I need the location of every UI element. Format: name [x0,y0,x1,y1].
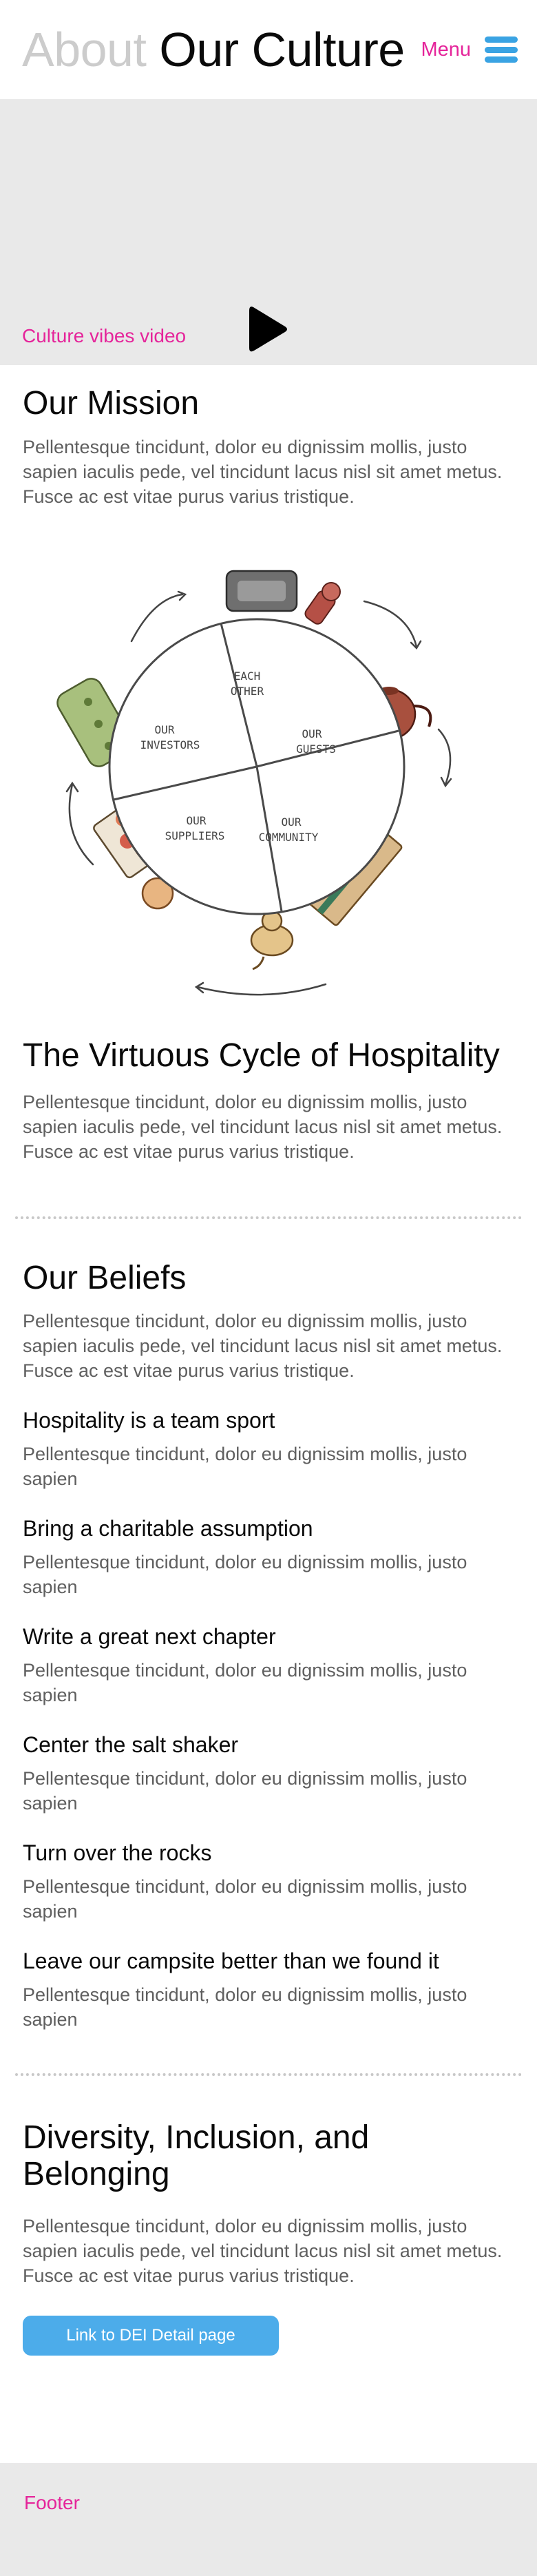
dei-section: Diversity, Inclusion, and Belonging Pell… [0,2076,537,2356]
cycle-arrow [363,600,418,648]
belief-item: Leave our campsite better than we found … [23,1949,514,2032]
belief-body: Pellentesque tincidunt, dolor eu digniss… [23,1876,467,1922]
cycle-body: Pellentesque tincidunt, dolor eu digniss… [23,1091,503,1162]
belief-body: Pellentesque tincidunt, dolor eu digniss… [23,1444,467,1490]
menu-label: Menu [421,38,471,61]
belief-title: Hospitality is a team sport [23,1408,275,1433]
page-title-main: Our Culture [159,23,405,76]
dei-body: Pellentesque tincidunt, dolor eu digniss… [23,2215,503,2286]
cycle-arrow [68,783,94,866]
site-header: About Our Culture Menu [0,0,537,99]
belief-item: Turn over the rocks Pellentesque tincidu… [23,1840,514,1924]
belief-body: Pellentesque tincidunt, dolor eu digniss… [23,1768,467,1814]
wheel-label-investors-1: OUR [155,723,175,736]
cycle-section: The Virtuous Cycle of Hospitality Pellen… [0,1019,537,1164]
cycle-title: The Virtuous Cycle of Hospitality [23,1037,500,1074]
hamburger-icon[interactable] [485,37,518,63]
cycle-arrow [130,593,184,643]
belief-title: Write a great next chapter [23,1624,276,1650]
video-caption: Culture vibes video [22,325,187,346]
belief-item: Bring a charitable assumption Pellentesq… [23,1516,514,1599]
mission-body: Pellentesque tincidunt, dolor eu digniss… [23,436,503,507]
dei-title: Diversity, Inclusion, and Belonging [23,2119,370,2193]
duck-illustration [250,910,294,970]
salt-shaker-illustration [304,581,341,625]
mission-section: Our Mission Pellentesque tincidunt, dolo… [0,365,537,1019]
belief-item: Center the salt shaker Pellentesque tinc… [23,1732,514,1816]
cycle-arrow [196,983,327,996]
belief-body: Pellentesque tincidunt, dolor eu digniss… [23,1660,467,1706]
wheel-label-suppliers-2: SUPPLIERS [165,829,225,842]
menu-button[interactable]: Menu [421,37,518,63]
cycle-arrow [437,728,452,786]
belief-body: Pellentesque tincidunt, dolor eu digniss… [23,1552,467,1598]
wheel-label-community-2: COMMUNITY [259,831,319,844]
wheel-label-guests-2: GUESTS [296,742,336,756]
footer-label: Footer [24,2492,80,2513]
beliefs-title: Our Beliefs [23,1259,187,1296]
wheel-label-each-other-1: EACH [234,669,261,683]
wheel-label-suppliers-1: OUR [187,814,207,827]
mission-title: Our Mission [23,385,200,422]
hospitality-wheel: EACH OTHER OUR GUESTS OUR COMMUNITY OUR … [23,543,514,1019]
site-footer: Footer [0,2463,537,2576]
beliefs-body: Pellentesque tincidunt, dolor eu digniss… [23,1311,503,1382]
beliefs-section: Our Beliefs Pellentesque tincidunt, dolo… [0,1219,537,2033]
belief-title: Leave our campsite better than we found … [23,1949,439,1974]
belief-body: Pellentesque tincidunt, dolor eu digniss… [23,1984,467,2030]
belief-title: Center the salt shaker [23,1732,239,1758]
wheel-label-each-other-2: OTHER [231,685,264,698]
belief-item: Write a great next chapter Pellentesque … [23,1624,514,1707]
belief-title: Bring a charitable assumption [23,1516,313,1541]
wheel-label-investors-2: INVESTORS [140,738,200,751]
wheel-label-guests-1: OUR [302,727,322,740]
dei-detail-link-button[interactable]: Link to DEI Detail page [23,2315,279,2356]
chair-back-illustration [225,570,298,612]
page-title: About Our Culture [22,25,405,74]
belief-title: Turn over the rocks [23,1840,212,1866]
page: About Our Culture Menu Culture vibes vid… [0,0,537,2576]
wheel-pie [108,618,406,915]
page-title-prefix: About [22,23,147,76]
wheel-label-community-1: OUR [282,816,302,829]
culture-video[interactable]: Culture vibes video [0,99,537,365]
belief-item: Hospitality is a team sport Pellentesque… [23,1408,514,1491]
play-icon[interactable] [248,304,288,354]
hospitality-wheel-illustration: EACH OTHER OUR GUESTS OUR COMMUNITY OUR … [56,570,452,996]
